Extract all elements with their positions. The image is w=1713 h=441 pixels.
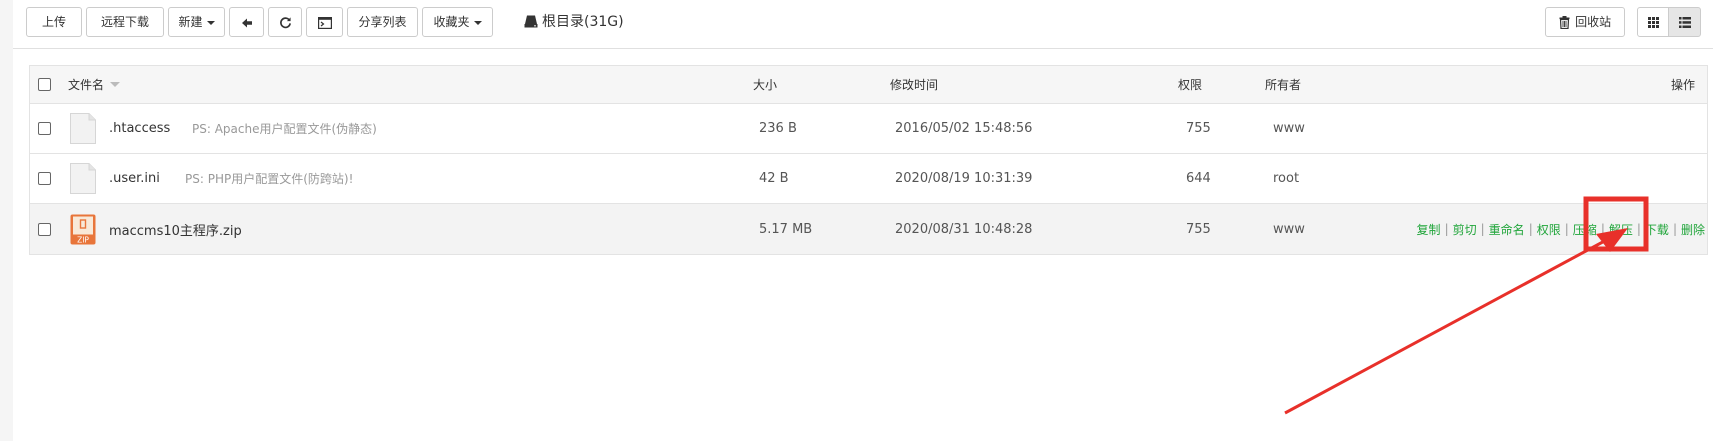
file-name[interactable]: .user.ini [109,154,160,203]
back-button[interactable] [229,7,264,37]
file-modified: 2020/08/19 10:31:39 [895,171,1033,186]
svg-text:ZIP: ZIP [77,235,89,244]
file-table: 文件名 大小 修改时间 权限 所有者 操作 .htaccess PS: Apac… [29,65,1708,255]
terminal-icon [317,16,332,29]
file-description: PS: PHP用户配置文件(防跨站)! [185,172,354,186]
action-cut-link[interactable]: 剪切 [1453,221,1477,238]
share-list-button[interactable]: 分享列表 [347,7,418,37]
file-permission[interactable]: 755 [1186,104,1211,153]
path-breadcrumb[interactable]: 根目录(31G) [524,12,624,32]
table-row[interactable]: .htaccess PS: Apache用户配置文件(伪静态) 236 B 20… [30,104,1707,154]
action-extract-link[interactable]: 解压 [1609,221,1633,238]
file-size: 236 B [759,121,797,136]
action-delete-link[interactable]: 删除 [1681,221,1705,238]
action-compress-link[interactable]: 压缩 [1573,221,1597,238]
caret-down-icon [473,20,482,25]
file-owner[interactable]: www [1273,104,1305,153]
file-name[interactable]: .htaccess [109,104,170,153]
table-row[interactable]: .user.ini PS: PHP用户配置文件(防跨站)! 42 B 2020/… [30,154,1707,204]
table-row[interactable]: ZIP maccms10主程序.zip 5.17 MB 2020/08/31 1… [30,204,1707,254]
sort-caret-icon [110,82,121,87]
hard-drive-icon [524,15,538,28]
column-header-owner: 所有者 [1265,78,1302,92]
table-header: 文件名 大小 修改时间 权限 所有者 操作 [30,66,1707,104]
column-header-modified[interactable]: 修改时间 [890,66,938,103]
file-permission[interactable]: 644 [1186,154,1211,203]
file-size: 5.17 MB [759,221,813,237]
row-actions: 复制 | 剪切 | 重命名 | 权限 | 压缩 | 解压 | 下载 | 删除 [1416,221,1705,238]
row-checkbox[interactable] [38,154,51,203]
caret-down-icon [206,20,215,25]
column-header-permission: 权限 [1178,78,1203,92]
row-checkbox[interactable] [38,204,51,254]
file-name[interactable]: maccms10主程序.zip [109,204,242,254]
grid-view-button[interactable] [1637,7,1669,37]
column-header-size[interactable]: 大小 [753,66,777,103]
arrow-left-icon [241,18,252,28]
file-modified: 2016/05/02 15:48:56 [895,121,1033,136]
file-icon [70,104,96,153]
remote-download-button[interactable]: 远程下载 [86,7,164,37]
refresh-button[interactable] [268,7,302,37]
refresh-icon [279,17,291,29]
file-owner[interactable]: root [1273,154,1299,203]
action-download-link[interactable]: 下载 [1645,221,1669,238]
file-owner[interactable]: www [1273,204,1305,254]
file-permission[interactable]: 755 [1186,204,1211,254]
select-all-checkbox[interactable] [38,66,51,103]
trash-icon [1559,16,1570,30]
upload-button[interactable]: 上传 [26,7,82,37]
list-icon [1678,17,1691,29]
file-description: PS: Apache用户配置文件(伪静态) [192,122,377,136]
action-copy-link[interactable]: 复制 [1417,221,1441,238]
file-toolbar: 上传 远程下载 新建 分享列表 收藏夹 根目录(31G) 回收站 [13,0,1713,49]
column-header-actions: 操作 [1670,78,1695,92]
file-icon [70,154,96,203]
action-permission-link[interactable]: 权限 [1537,221,1561,238]
left-edge-strip [0,0,13,441]
column-header-name[interactable]: 文件名 [68,66,121,103]
new-dropdown-button[interactable]: 新建 [168,7,225,37]
path-label: 根目录(31G) [542,14,624,30]
file-size: 42 B [759,171,789,186]
list-view-button[interactable] [1668,7,1701,37]
grid-icon [1647,17,1659,29]
recycle-bin-button[interactable]: 回收站 [1545,7,1625,37]
zip-icon: ZIP [70,204,96,254]
annotation-arrow-shaft [1284,235,1613,415]
file-modified: 2020/08/31 10:48:28 [895,221,1033,237]
favorites-dropdown-button[interactable]: 收藏夹 [422,7,493,37]
terminal-button[interactable] [306,7,343,37]
action-rename-link[interactable]: 重命名 [1489,221,1525,238]
row-checkbox[interactable] [38,104,51,153]
